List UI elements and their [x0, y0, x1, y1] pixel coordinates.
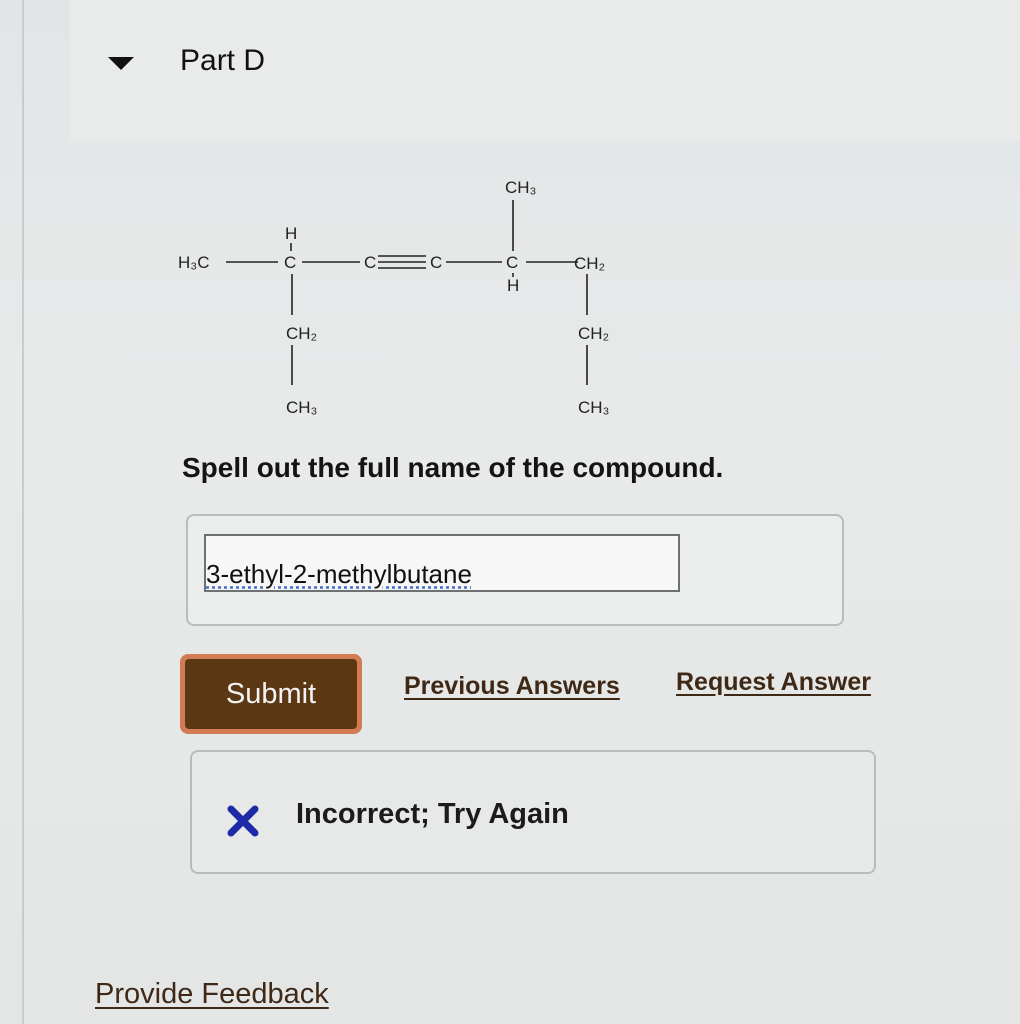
feedback-message: Incorrect; Try Again [296, 798, 569, 830]
submit-button-label: Submit [185, 659, 357, 729]
label-c-triple-left: C [364, 253, 376, 272]
answer-input[interactable] [204, 534, 680, 592]
label-ch2-left: CH₂ [286, 324, 317, 343]
label-ch2-right: CH₂ [574, 254, 605, 273]
label-ch3-left: CH₃ [286, 398, 317, 417]
label-h-bottom: H [507, 276, 519, 295]
previous-answers-link[interactable]: Previous Answers [404, 672, 620, 701]
part-title: Part D [180, 44, 266, 77]
feedback-panel: Incorrect; Try Again [190, 750, 876, 874]
label-c2: C [506, 253, 518, 272]
chemical-structure: H₃C H C C C C CH₃ CH₂ H CH₂ CH₃ CH₂ CH₃ [178, 178, 609, 417]
label-h3c: H₃C [178, 253, 209, 272]
label-h-top: H [285, 224, 297, 243]
page: Part D H₃C H C C C C CH₃ CH₂ H CH₂ CH₃ C… [0, 0, 1020, 1024]
question-prompt: Spell out the full name of the compound. [182, 452, 724, 483]
collapse-caret-icon[interactable] [108, 57, 134, 70]
x-icon [227, 805, 259, 837]
left-divider [22, 0, 24, 1024]
label-c1: C [284, 253, 296, 272]
provide-feedback-link[interactable]: Provide Feedback [95, 978, 329, 1011]
label-ch3-top: CH₃ [505, 178, 536, 197]
label-ch3-right: CH₃ [578, 398, 609, 417]
label-c-triple-right: C [430, 253, 442, 272]
request-answer-link[interactable]: Request Answer [676, 668, 871, 697]
submit-button[interactable]: Submit [180, 654, 362, 734]
answer-panel [186, 514, 844, 626]
label-ch2-right-lower: CH₂ [578, 324, 609, 343]
